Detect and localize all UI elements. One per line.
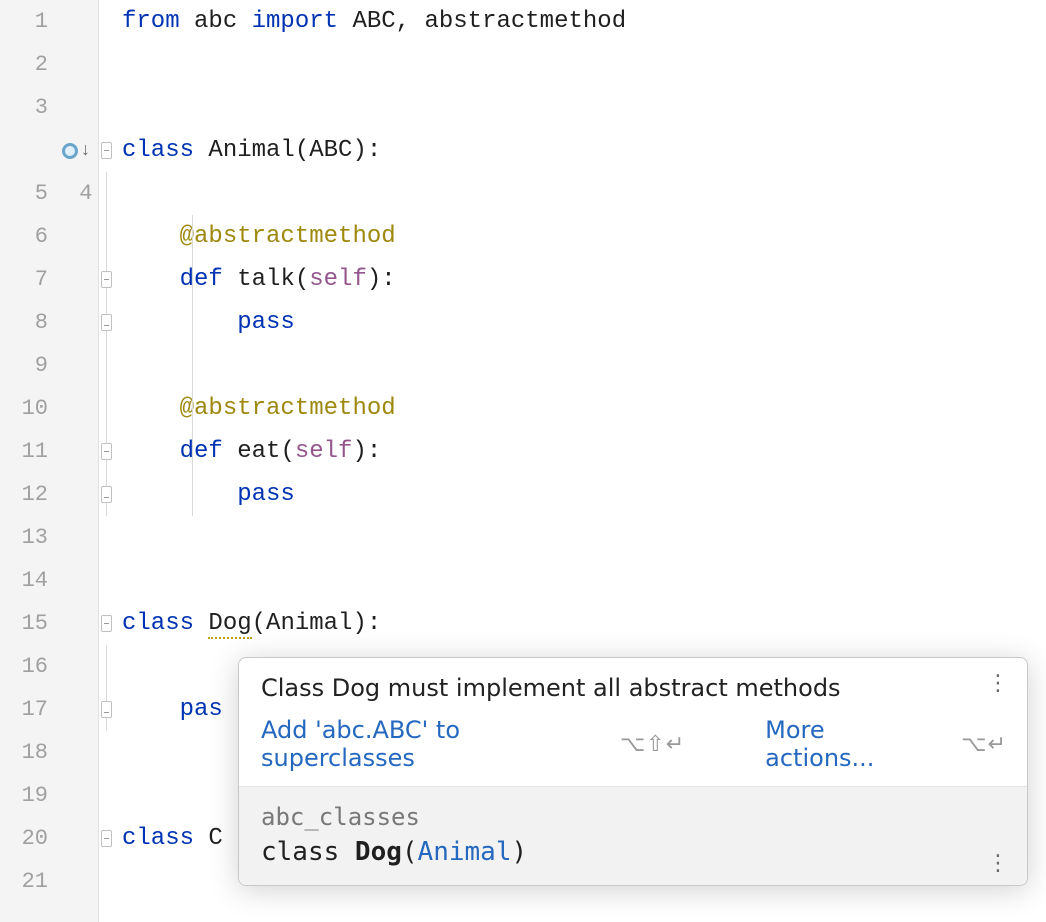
line-number: 6 (0, 215, 98, 258)
code-line[interactable]: def talk(self): (122, 258, 1046, 301)
line-number: 3 (0, 86, 98, 129)
fold-handle[interactable] (101, 701, 112, 718)
superclass-link[interactable]: Animal (418, 837, 512, 867)
more-options-icon[interactable]: ⋮ (987, 858, 1009, 869)
line-number: 2 (0, 43, 98, 86)
inspection-context: ⋮ abc_classes class Dog(Animal) (239, 787, 1027, 885)
fold-handle[interactable] (101, 443, 112, 460)
code-line[interactable]: from abc import ABC, abstractmethod (122, 0, 1046, 43)
line-number-gutter: 1 2 3 4 ↓ 5 6 7 8 9 10 11 12 13 14 15 16… (0, 0, 99, 922)
line-number: 4 ↓ (0, 129, 98, 172)
more-actions-link[interactable]: More actions... (765, 716, 921, 772)
line-number: 12 (0, 473, 98, 516)
fold-handle[interactable] (101, 142, 112, 159)
line-number: 7 (0, 258, 98, 301)
code-line[interactable]: pass (122, 301, 1046, 344)
shortcut-hint: ⌥⇧↵ (620, 732, 685, 757)
line-number: 11 (0, 430, 98, 473)
context-declaration: class Dog(Animal) (261, 837, 1005, 867)
code-line[interactable]: class Dog(Animal): (122, 602, 1046, 645)
code-line[interactable]: class Animal(ABC): (122, 129, 1046, 172)
line-number: 20 (0, 817, 98, 860)
line-number: 18 (0, 731, 98, 774)
inspection-popup-header: ⋮ Class Dog must implement all abstract … (239, 658, 1027, 787)
context-filename: abc_classes (261, 803, 1005, 831)
fold-handle[interactable] (101, 314, 112, 331)
line-number: 9 (0, 344, 98, 387)
line-number: 19 (0, 774, 98, 817)
line-number: 8 (0, 301, 98, 344)
fold-gutter (99, 0, 114, 922)
line-number: 16 (0, 645, 98, 688)
line-number: 15 (0, 602, 98, 645)
fold-handle[interactable] (101, 486, 112, 503)
line-number: 1 (0, 0, 98, 43)
line-number: 10 (0, 387, 98, 430)
gutter-override-icon[interactable]: ↓ (62, 141, 90, 161)
line-number: 17 (0, 688, 98, 731)
quick-fix-add-abc[interactable]: Add 'abc.ABC' to superclasses (261, 716, 580, 772)
code-editor[interactable]: 1 2 3 4 ↓ 5 6 7 8 9 10 11 12 13 14 15 16… (0, 0, 1046, 922)
fold-handle[interactable] (101, 271, 112, 288)
fold-handle[interactable] (101, 615, 112, 632)
inspection-warning-underline[interactable]: Dog (208, 610, 251, 639)
shortcut-hint: ⌥↵ (961, 732, 1007, 757)
code-line[interactable]: @abstractmethod (122, 215, 1046, 258)
code-line[interactable]: @abstractmethod (122, 387, 1046, 430)
code-line[interactable]: def eat(self): (122, 430, 1046, 473)
line-number: 13 (0, 516, 98, 559)
line-number: 21 (0, 860, 98, 903)
line-number: 14 (0, 559, 98, 602)
more-options-icon[interactable]: ⋮ (987, 678, 1009, 689)
fold-handle[interactable] (101, 830, 112, 847)
line-number: 5 (0, 172, 98, 215)
code-line[interactable]: pass (122, 473, 1046, 516)
inspection-message: Class Dog must implement all abstract me… (261, 674, 1007, 702)
inspection-popup[interactable]: ⋮ Class Dog must implement all abstract … (238, 657, 1028, 886)
